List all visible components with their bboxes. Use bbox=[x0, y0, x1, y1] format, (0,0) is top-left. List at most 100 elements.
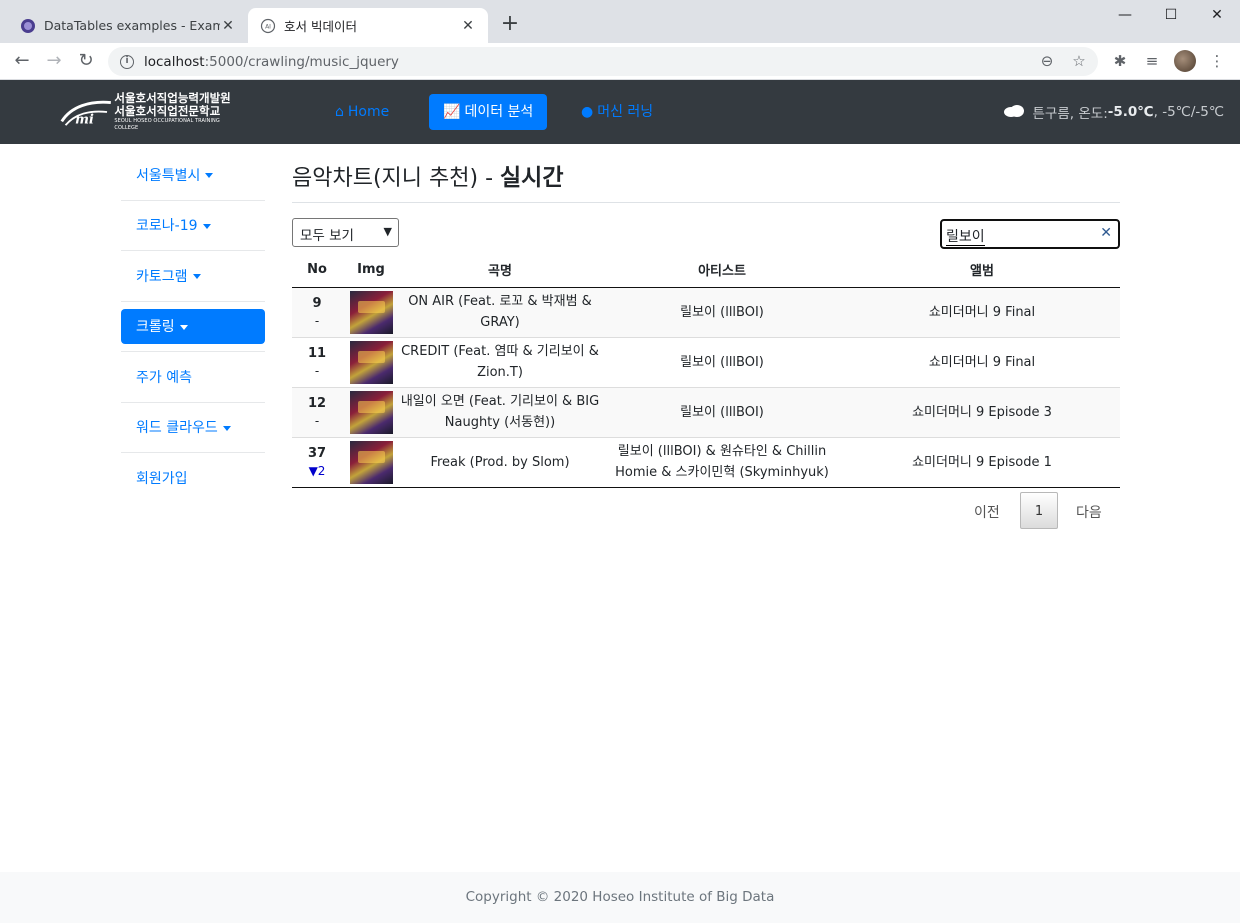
nav-data-analysis-label: 데이터 분석 bbox=[464, 104, 534, 120]
search-input[interactable]: 릴보이 ✕ bbox=[940, 219, 1120, 249]
nav-machine-learning[interactable]: ● 머신 러닝 bbox=[567, 94, 667, 130]
column-header-album[interactable]: 앨범 bbox=[844, 253, 1120, 288]
sidebar-item-cartogram[interactable]: 카토그램 bbox=[121, 251, 265, 302]
sidebar-item-seoul[interactable]: 서울특별시 bbox=[121, 150, 265, 201]
clear-icon[interactable]: ✕ bbox=[1100, 225, 1112, 241]
caret-down-icon bbox=[179, 324, 188, 330]
song-title: ON AIR (Feat. 로꼬 & 박재범 & GRAY) bbox=[400, 287, 600, 338]
rank-cell: 11 - bbox=[292, 337, 342, 388]
sidebar-item-signup[interactable]: 회원가입 bbox=[121, 453, 265, 504]
artist-name: 릴보이 (lllBOI) bbox=[600, 337, 844, 388]
table-row: 12 - 내일이 오면 (Feat. 기리보이 & BIG Naughty (서동… bbox=[292, 387, 1120, 438]
album-art-cell bbox=[342, 387, 400, 438]
page-title-strong: 실시간 bbox=[500, 165, 564, 191]
album-name: 쇼미더머니 9 Episode 3 bbox=[844, 387, 1120, 438]
site-logo[interactable]: mi 서울호서직업능력개발원 서울호서직업전문학교 SEOUL HOSEO OC… bbox=[58, 92, 238, 132]
pagination-next[interactable]: 다음 bbox=[1076, 502, 1102, 522]
main-content: 음악차트(지니 추천) - 실시간 모두 보기 ▼ 릴보이 ✕ No Img 곡… bbox=[292, 150, 1120, 533]
weather-desc: 튼구름, 온도: bbox=[1032, 106, 1108, 122]
sidebar-item-stock[interactable]: 주가 예측 bbox=[121, 352, 265, 403]
sidebar: 서울특별시 코로나-19 카토그램 크롤링 주가 예측 워드 클라우드 회원가입 bbox=[121, 150, 265, 504]
album-art-cell bbox=[342, 437, 400, 488]
rank-change: ▼2 bbox=[308, 464, 326, 478]
table-row: 9- ON AIR (Feat. 로꼬 & 박재범 & GRAY) 릴보이 (l… bbox=[292, 287, 1120, 338]
url-path: :5000/crawling/music_jquery bbox=[204, 53, 399, 70]
nav-machine-learning-label: 머신 러닝 bbox=[597, 104, 654, 120]
page-title-prefix: 음악차트(지니 추천) - bbox=[292, 166, 501, 191]
weather-temp: -5.0℃ bbox=[1107, 104, 1154, 120]
extensions-icon[interactable]: ✱ bbox=[1110, 51, 1130, 71]
sidebar-item-label: 주가 예측 bbox=[136, 369, 192, 386]
avatar[interactable] bbox=[1174, 50, 1196, 72]
album-name: 쇼미더머니 9 Episode 1 bbox=[844, 437, 1120, 488]
logo-line3: SEOUL HOSEO OCCUPATIONAL TRAINING COLLEG… bbox=[114, 118, 220, 131]
zoom-icon[interactable]: ⊖ bbox=[1038, 52, 1056, 70]
weather-range: , -5℃/-5℃ bbox=[1153, 104, 1224, 120]
chart-icon: 📈 bbox=[443, 104, 461, 120]
forward-icon[interactable]: → bbox=[42, 49, 66, 73]
star-icon[interactable]: ☆ bbox=[1070, 52, 1088, 70]
length-select[interactable]: 모두 보기 ▼ bbox=[292, 218, 399, 247]
logo-line2: 서울호서직업전문학교 bbox=[114, 104, 221, 118]
pagination-page-1[interactable]: 1 bbox=[1020, 491, 1058, 529]
album-art-cell bbox=[342, 287, 400, 338]
sidebar-item-label: 코로나-19 bbox=[136, 218, 198, 235]
close-icon[interactable]: ✕ bbox=[460, 18, 476, 34]
table-controls: 모두 보기 ▼ 릴보이 ✕ bbox=[292, 203, 1120, 253]
tab-title: DataTables examples - Example bbox=[44, 18, 220, 33]
song-title: Freak (Prod. by Slom) bbox=[400, 437, 600, 488]
album-name: 쇼미더머니 9 Final bbox=[844, 287, 1120, 338]
nav-data-analysis[interactable]: 📈 데이터 분석 bbox=[429, 94, 548, 130]
nav-home[interactable]: ⌂ Home bbox=[321, 94, 403, 130]
footer-copyright: Copyright © 2020 Hoseo Institute of Big … bbox=[465, 889, 775, 905]
pagination-previous[interactable]: 이전 bbox=[974, 502, 1000, 522]
url-host: localhost bbox=[144, 53, 205, 70]
sidebar-item-crawling[interactable]: 크롤링 bbox=[121, 302, 265, 352]
search-input-value: 릴보이 bbox=[946, 229, 985, 246]
rank-number: 12 bbox=[307, 396, 327, 411]
chevron-down-icon: ▼ bbox=[383, 225, 392, 238]
browser-tab-bar: DataTables examples - Example ✕ AI 호서 빅데… bbox=[0, 0, 1240, 43]
album-art-cell bbox=[342, 337, 400, 388]
album-art bbox=[349, 440, 393, 484]
rank-cell: 9- bbox=[292, 287, 342, 338]
sidebar-item-wordcloud[interactable]: 워드 클라우드 bbox=[121, 403, 265, 453]
song-title: CREDIT (Feat. 염따 & 기리보이 & Zion.T) bbox=[400, 337, 600, 388]
cloud-icon bbox=[1003, 103, 1025, 121]
artist-name: 릴보이 (lllBOI) bbox=[600, 387, 844, 438]
sidebar-item-label: 카토그램 bbox=[136, 268, 188, 285]
album-art bbox=[349, 340, 393, 384]
info-icon[interactable]: i bbox=[120, 54, 134, 69]
page-title: 음악차트(지니 추천) - 실시간 bbox=[292, 150, 1120, 203]
browser-tab-hoseo[interactable]: AI 호서 빅데이터 ✕ bbox=[248, 8, 488, 43]
caret-down-icon bbox=[222, 425, 231, 431]
rank-number: 11 bbox=[307, 346, 327, 361]
column-header-title[interactable]: 곡명 bbox=[400, 253, 600, 288]
reload-icon[interactable]: ↻ bbox=[74, 49, 98, 73]
rank-change: - bbox=[314, 364, 320, 378]
column-header-artist[interactable]: 아티스트 bbox=[600, 253, 844, 288]
table-row: 37 ▼2 Freak (Prod. by Slom) 릴보이 (lllBOI) … bbox=[292, 437, 1120, 488]
menu-icon[interactable]: ⋮ bbox=[1207, 51, 1227, 71]
svg-text:AI: AI bbox=[265, 23, 271, 30]
back-icon[interactable]: ← bbox=[10, 49, 34, 73]
site-navbar: mi 서울호서직업능력개발원 서울호서직업전문학교 SEOUL HOSEO OC… bbox=[0, 80, 1240, 144]
rank-number: 9 bbox=[312, 296, 322, 311]
plus-icon[interactable]: + bbox=[498, 12, 522, 36]
caret-down-icon bbox=[205, 173, 214, 179]
svg-text:mi: mi bbox=[75, 112, 94, 127]
caret-down-icon bbox=[202, 223, 211, 229]
sidebar-item-corona[interactable]: 코로나-19 bbox=[121, 201, 265, 251]
browser-tab-datatables[interactable]: DataTables examples - Example ✕ bbox=[8, 8, 248, 43]
table-header-row: No Img 곡명 아티스트 앨범 bbox=[292, 253, 1120, 288]
media-icon[interactable]: ≡ bbox=[1142, 51, 1162, 71]
footer: Copyright © 2020 Hoseo Institute of Big … bbox=[0, 872, 1240, 923]
window-close-icon[interactable]: ✕ bbox=[1194, 0, 1240, 30]
close-icon[interactable]: ✕ bbox=[220, 18, 236, 34]
column-header-img[interactable]: Img bbox=[342, 253, 400, 288]
column-header-no[interactable]: No bbox=[292, 253, 342, 288]
minimize-icon[interactable]: — bbox=[1102, 0, 1148, 30]
maximize-icon[interactable]: ☐ bbox=[1148, 0, 1194, 30]
sidebar-item-label: 워드 클라우드 bbox=[136, 420, 218, 437]
address-bar[interactable]: i localhost:5000/crawling/music_jquery ⊖… bbox=[108, 47, 1098, 76]
